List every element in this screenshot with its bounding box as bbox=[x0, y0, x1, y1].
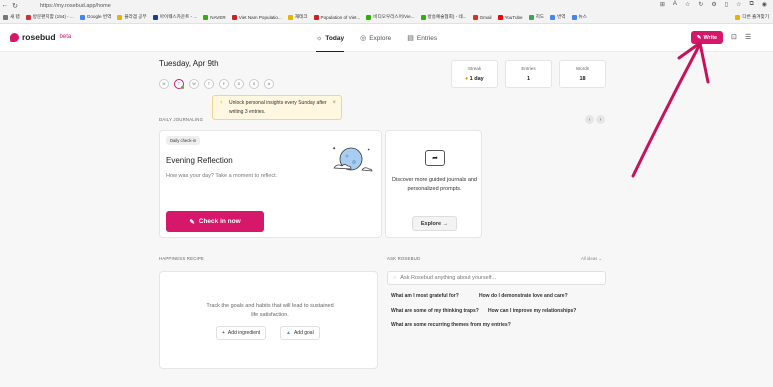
bookmark[interactable]: 방송예술협회) - 네... bbox=[420, 14, 467, 20]
reload-icon[interactable]: ↻ bbox=[10, 2, 20, 10]
collections-icon[interactable]: ⧉ bbox=[749, 1, 753, 8]
section-ask-rosebud: ASK ROSEBUD bbox=[387, 256, 421, 261]
day-circle[interactable]: S bbox=[234, 79, 244, 89]
moon-illustration-icon: ✦ ✦ bbox=[332, 146, 373, 172]
bookmark[interactable]: 지도 bbox=[528, 14, 544, 20]
suggested-question[interactable]: What am I most grateful for? bbox=[391, 293, 459, 299]
suggested-question[interactable]: What are some recurring themes from my e… bbox=[391, 322, 511, 328]
lightbulb-icon: ♀ bbox=[219, 100, 224, 106]
bookmark[interactable]: Gmail bbox=[472, 14, 492, 20]
svg-text:✦: ✦ bbox=[332, 146, 336, 152]
pencil-icon: ✎ bbox=[696, 34, 702, 41]
compass-icon: ◎ bbox=[360, 35, 367, 42]
bookmark[interactable]: YouTube bbox=[497, 14, 523, 20]
back-icon[interactable]: ← bbox=[0, 2, 10, 9]
explore-button[interactable]: Explore → bbox=[412, 216, 457, 231]
day-circle[interactable]: M bbox=[159, 79, 169, 89]
page-title: Tuesday, Apr 9th bbox=[159, 59, 219, 68]
write-button[interactable]: ✎ Write bbox=[691, 31, 723, 44]
bookmark[interactable]: 재테크 bbox=[287, 14, 308, 20]
happiness-recipe-card: Track the goals and habits that will lea… bbox=[159, 271, 378, 369]
add-goal-button[interactable]: ▲ Add goal bbox=[280, 326, 320, 340]
bookmark[interactable]: Population of Viet... bbox=[313, 14, 360, 20]
stat-streak: Streak ♦ 1 day bbox=[451, 60, 498, 88]
card-subtitle: How was your day? Take a moment to refle… bbox=[166, 173, 278, 179]
weekly-insight-icon[interactable]: ⊘ bbox=[264, 79, 274, 89]
day-circle[interactable]: S bbox=[249, 79, 259, 89]
bookmarks-bar: 새 탭 방문편지함 (154) - ... Google 번역 플라겜 공부 아… bbox=[0, 11, 773, 24]
bookmark[interactable]: Google 번역 bbox=[79, 14, 111, 20]
bookmark[interactable]: 방문편지함 (154) - ... bbox=[25, 14, 74, 20]
week-tracker: M T W T F S S ⊘ bbox=[159, 79, 274, 89]
carousel-arrows: ‹ › bbox=[585, 115, 605, 124]
bookmark[interactable]: 플라겜 공부 bbox=[117, 14, 147, 20]
happiness-recipe-text: Track the goals and habits that will lea… bbox=[206, 303, 334, 318]
evening-reflection-card: Daily check-in Evening Reflection How wa… bbox=[159, 130, 382, 238]
favorite-icon[interactable]: ☆ bbox=[685, 1, 690, 8]
section-happiness-recipe: HAPPINESS RECIPE bbox=[159, 256, 204, 261]
tab-explore[interactable]: ◎ Explore bbox=[360, 24, 391, 52]
menu-icon[interactable]: ☰ bbox=[745, 33, 751, 41]
profile-icon[interactable]: ◉ bbox=[762, 1, 767, 8]
browser-toolbar: ← ↻ https://my.rosebud.app/home ⊞ A ☆ ↻ … bbox=[0, 0, 773, 11]
read-aloud-icon[interactable]: A bbox=[673, 1, 677, 8]
discover-text: Discover more guided journals and person… bbox=[392, 177, 477, 192]
tab-entries[interactable]: ▤ Entries bbox=[407, 24, 437, 52]
bookmark[interactable]: 번역 bbox=[550, 14, 566, 20]
apps-icon[interactable]: ⊞ bbox=[660, 1, 665, 8]
split-screen-icon[interactable]: ▯ bbox=[725, 1, 728, 8]
svg-text:✦: ✦ bbox=[367, 147, 371, 152]
tab-today[interactable]: ☼ Today bbox=[316, 24, 345, 52]
add-ingredient-button[interactable]: + Add ingredient bbox=[216, 326, 267, 340]
extensions-icon[interactable]: ⚙ bbox=[711, 1, 716, 8]
rosebud-logo[interactable]: rosebud beta bbox=[10, 32, 71, 42]
bookmark[interactable]: 아이웨스카운트 - ... bbox=[152, 14, 197, 20]
daily-checkin-badge: Daily check-in bbox=[166, 136, 201, 145]
close-icon[interactable]: × bbox=[332, 99, 336, 108]
stat-words: Words 18 bbox=[559, 60, 606, 88]
discover-card: ➦ Discover more guided journals and pers… bbox=[385, 130, 482, 238]
day-circle[interactable]: T bbox=[204, 79, 214, 89]
address-bar[interactable]: https://my.rosebud.app/home bbox=[40, 3, 111, 9]
stat-entries: Entries 1 bbox=[505, 60, 552, 88]
gift-icon[interactable]: ⊡ bbox=[731, 33, 737, 41]
refresh-icon[interactable]: ↻ bbox=[698, 1, 703, 8]
entries-icon: ▤ bbox=[407, 35, 414, 42]
bookmark[interactable]: NAVER bbox=[203, 14, 226, 20]
favorites-bar-icon[interactable]: ☆ bbox=[736, 1, 741, 8]
bookmark[interactable]: 새 탭 bbox=[3, 14, 20, 20]
chat-icon: ◌ bbox=[393, 275, 397, 281]
suggested-question[interactable]: What are some of my thinking traps? bbox=[391, 308, 479, 314]
suggested-question[interactable]: How can I improve my relationships? bbox=[488, 308, 576, 314]
day-circle-today[interactable]: T bbox=[174, 79, 184, 89]
goal-icon: ▲ bbox=[286, 330, 291, 336]
bookmark[interactable]: 뉴스 bbox=[571, 14, 587, 20]
suggested-question[interactable]: How do I demonstrate love and care? bbox=[479, 293, 568, 299]
main-nav: ☼ Today ◎ Explore ▤ Entries bbox=[316, 24, 437, 52]
sun-icon: ☼ bbox=[316, 34, 323, 42]
plus-icon: + bbox=[222, 330, 225, 336]
ask-rosebud-input[interactable]: ◌ Ask Rosebud anything about yourself... bbox=[387, 271, 606, 285]
share-arrow-icon: ➦ bbox=[425, 150, 445, 166]
card-title: Evening Reflection bbox=[166, 156, 233, 165]
app-header: rosebud beta ☼ Today ◎ Explore ▤ Entries… bbox=[0, 24, 773, 52]
section-daily-journaling: DAILY JOURNALING bbox=[159, 117, 204, 122]
check-in-button[interactable]: ✎ Check in now bbox=[166, 211, 264, 232]
day-circle[interactable]: W bbox=[189, 79, 199, 89]
chevron-left-icon[interactable]: ‹ bbox=[585, 115, 594, 124]
rosebud-logo-icon bbox=[10, 32, 19, 42]
bookmark[interactable]: Viet Nam Populatio... bbox=[231, 14, 282, 20]
day-circle[interactable]: F bbox=[219, 79, 229, 89]
flame-icon: ♦ bbox=[465, 76, 469, 82]
other-bookmarks[interactable]: 다른 즐겨찾기 bbox=[735, 14, 769, 20]
pencil-icon: ✎ bbox=[189, 218, 195, 226]
bookmark[interactable]: 비디오우리스어/Vie... bbox=[366, 14, 415, 20]
insights-tip: ♀ Unlock personal insights every Sunday … bbox=[212, 95, 342, 120]
chevron-right-icon[interactable]: › bbox=[596, 115, 605, 124]
all-ideas-dropdown[interactable]: All ideas ⌄ bbox=[581, 256, 602, 262]
